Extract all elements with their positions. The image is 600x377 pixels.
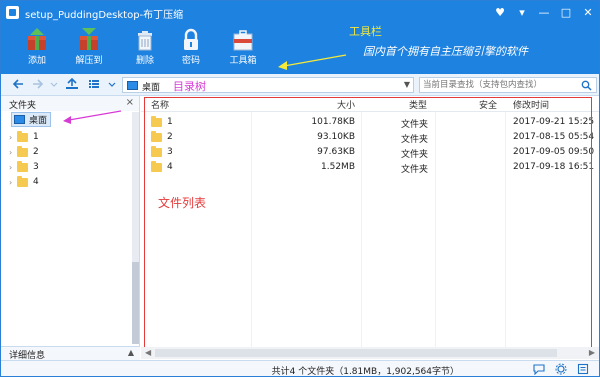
scroll-right-icon[interactable]: ▶ bbox=[589, 348, 595, 357]
app-window: setup_PuddingDesktop-布丁压缩 ♥ ▾ — □ ✕ 添加 解… bbox=[0, 0, 600, 377]
back-button[interactable] bbox=[11, 78, 25, 92]
chevron-right-icon[interactable]: › bbox=[9, 148, 17, 157]
list-view-icon bbox=[89, 80, 99, 88]
lock-icon bbox=[184, 28, 198, 50]
maximize-button[interactable]: □ bbox=[555, 1, 577, 24]
scrollbar-thumb[interactable] bbox=[155, 349, 557, 357]
up-folder-icon bbox=[66, 77, 78, 89]
folder-icon bbox=[17, 160, 28, 172]
search-box[interactable] bbox=[419, 77, 597, 93]
forward-button[interactable] bbox=[31, 78, 45, 92]
extract-button[interactable]: 解压到 bbox=[67, 28, 111, 72]
scrollbar-thumb[interactable] bbox=[132, 262, 139, 344]
trash-icon bbox=[138, 31, 152, 51]
status-bar: 共计4 个文件夹（1.81MB，1,902,564字节） bbox=[1, 360, 599, 377]
forward-dropdown-button[interactable] bbox=[47, 78, 61, 92]
delete-button[interactable]: 删除 bbox=[123, 28, 167, 72]
file-list-highlight bbox=[144, 97, 592, 351]
window-controls: ♥ ▾ — □ ✕ bbox=[489, 1, 599, 24]
annotation-arrow-icon bbox=[278, 54, 347, 70]
address-dropdown-icon[interactable]: ▼ bbox=[404, 80, 410, 89]
expand-details-icon[interactable]: ▲ bbox=[128, 348, 134, 357]
extract-archive-icon bbox=[80, 28, 98, 50]
folder-panel-header: 文件夹 × bbox=[1, 96, 139, 111]
toolbar-annotation: 工具栏 bbox=[349, 25, 382, 38]
chevron-down-icon bbox=[50, 82, 58, 87]
tree-item[interactable]: › 1 bbox=[9, 130, 39, 144]
status-icons bbox=[533, 363, 589, 375]
status-summary: 共计4 个文件夹（1.81MB，1,902,564字节） bbox=[271, 367, 459, 377]
tree-item[interactable]: › 3 bbox=[9, 160, 39, 174]
folder-icon bbox=[17, 130, 28, 142]
extract-label: 解压到 bbox=[75, 56, 103, 66]
chevron-right-icon[interactable]: › bbox=[9, 178, 17, 187]
folder-panel: 文件夹 × 桌面 › 1 › 2 › 3 › 4 bbox=[1, 96, 140, 360]
close-button[interactable]: ✕ bbox=[577, 1, 599, 24]
scroll-left-icon[interactable]: ◀ bbox=[145, 348, 151, 357]
arrow-right-icon bbox=[33, 79, 44, 89]
toolbox-icon bbox=[233, 30, 253, 51]
window-title: setup_PuddingDesktop-布丁压缩 bbox=[25, 10, 184, 21]
add-label: 添加 bbox=[27, 56, 46, 66]
chat-icon[interactable] bbox=[533, 363, 545, 375]
feedback-icon[interactable] bbox=[577, 363, 589, 375]
navigation-bar: 桌面 ▼ bbox=[1, 74, 599, 96]
tree-item[interactable]: › 2 bbox=[9, 145, 39, 159]
tree-item-label: 1 bbox=[33, 132, 39, 142]
close-panel-button[interactable]: × bbox=[126, 97, 134, 108]
favorite-button[interactable]: ♥ bbox=[489, 1, 511, 24]
folder-panel-scrollbar[interactable] bbox=[132, 112, 139, 344]
view-mode-dropdown-button[interactable] bbox=[105, 78, 119, 92]
chevron-right-icon[interactable]: › bbox=[9, 163, 17, 172]
search-icon[interactable] bbox=[581, 80, 592, 91]
folder-panel-title: 文件夹 bbox=[9, 101, 37, 111]
up-level-button[interactable] bbox=[65, 77, 79, 92]
details-panel-header[interactable]: 详细信息 ▲ bbox=[1, 346, 140, 361]
delete-label: 删除 bbox=[135, 56, 154, 66]
folder-icon bbox=[17, 175, 28, 187]
chevron-right-icon[interactable]: › bbox=[9, 133, 17, 142]
tree-item-label: 桌面 bbox=[29, 116, 48, 126]
minimize-button[interactable]: — bbox=[533, 1, 555, 24]
file-list-annotation: 文件列表 bbox=[158, 196, 207, 210]
address-text: 桌面 bbox=[142, 83, 161, 93]
view-mode-button[interactable] bbox=[87, 78, 101, 92]
address-bar[interactable]: 桌面 ▼ bbox=[122, 77, 414, 93]
title-bar: setup_PuddingDesktop-布丁压缩 ♥ ▾ — □ ✕ bbox=[1, 1, 599, 24]
desktop-icon bbox=[14, 115, 25, 124]
app-logo-icon bbox=[6, 6, 19, 19]
toolbox-button[interactable]: 工具箱 bbox=[221, 28, 265, 72]
tree-item-label: 2 bbox=[33, 147, 39, 157]
tree-item[interactable]: › 4 bbox=[9, 175, 39, 189]
toolbar-note-annotation: 国内首个拥有自主压缩引擎的软件 bbox=[363, 45, 528, 58]
menu-button[interactable]: ▾ bbox=[511, 1, 533, 24]
folder-icon bbox=[17, 145, 28, 157]
password-button[interactable]: 密码 bbox=[169, 28, 213, 72]
directory-tree-annotation: 目录树 bbox=[173, 80, 206, 93]
search-input[interactable] bbox=[423, 79, 573, 91]
desktop-icon bbox=[127, 81, 138, 90]
settings-icon[interactable] bbox=[555, 363, 567, 375]
add-button[interactable]: 添加 bbox=[15, 28, 59, 72]
toolbar: 添加 解压到 删除 密码 工具箱 工具栏 国内首个拥有自主压缩引擎的软件 bbox=[1, 24, 599, 74]
horizontal-scrollbar[interactable]: ◀ ▶ bbox=[141, 347, 599, 359]
arrow-left-icon bbox=[12, 79, 23, 89]
tree-item-desktop[interactable]: 桌面 bbox=[11, 112, 52, 127]
tree-item-label: 4 bbox=[33, 177, 39, 187]
annotation-arrow-icon bbox=[63, 110, 122, 124]
tree-item-label: 3 bbox=[33, 162, 39, 172]
password-label: 密码 bbox=[181, 56, 200, 66]
add-archive-icon bbox=[28, 28, 46, 50]
toolbox-label: 工具箱 bbox=[229, 56, 257, 66]
chevron-down-icon bbox=[108, 82, 116, 87]
